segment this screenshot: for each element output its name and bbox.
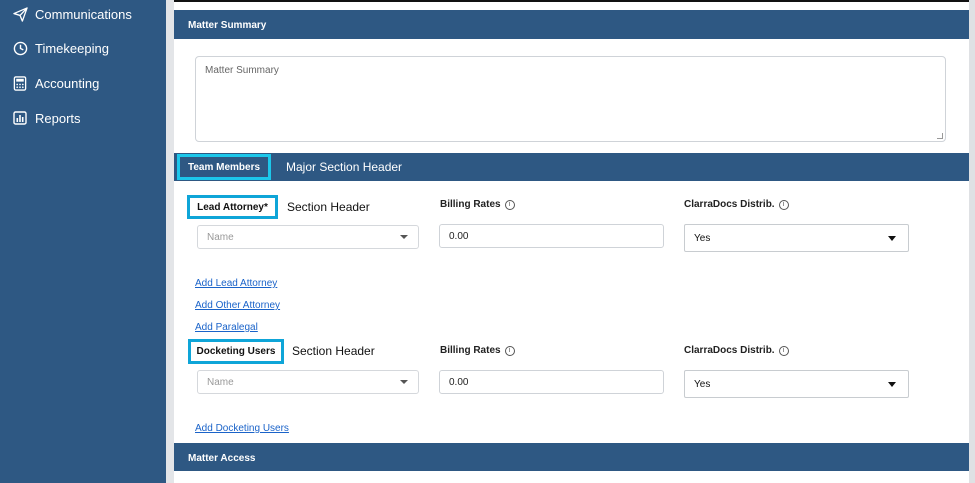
distrib-value: Yes [694,232,711,244]
distrib-value: Yes [694,378,711,390]
caret-down-icon [888,236,896,241]
lead-attorney-label: Lead Attorney* [187,195,278,219]
billing-rate-value: 0.00 [449,230,469,242]
matter-summary-header: Matter Summary [174,10,969,39]
sidebar: Communications Timekeeping Accounting Re… [0,0,166,483]
sidebar-item-label: Accounting [35,75,100,91]
distrib-label: ClarraDocs Distrib. i [684,345,789,356]
info-icon[interactable]: i [778,345,789,356]
team-members-title: Team Members [177,154,271,180]
docketing-users-label: Docketing Users [188,339,284,364]
info-icon[interactable]: i [504,345,515,356]
major-section-header: Major Section Header [286,160,403,174]
billing-rate-value: 0.00 [449,376,469,388]
matter-access-title: Matter Access [188,453,256,464]
sidebar-item-timekeeping[interactable]: Timekeeping [12,38,109,58]
right-gutter [969,0,975,483]
lead-billing-rate-input[interactable]: 0.00 [439,224,664,248]
name-placeholder: Name [207,376,234,388]
calculator-icon [12,75,28,91]
main-panel: Matter Summary Matter Summary Team Membe… [174,0,969,483]
docketing-name-select[interactable]: Name [197,370,419,394]
sidebar-item-accounting[interactable]: Accounting [12,73,99,93]
add-other-attorney-link[interactable]: Add Other Attorney [195,300,280,311]
name-placeholder: Name [207,231,234,243]
add-docketing-users-link[interactable]: Add Docketing Users [195,423,289,434]
paper-plane-icon [12,6,28,22]
matter-summary-textarea[interactable]: Matter Summary [195,56,946,142]
docketing-distrib-select[interactable]: Yes [684,370,909,398]
team-members-header: Team Members Major Section Header [174,153,969,181]
billing-rates-label: Billing Rates i [440,345,515,356]
sidebar-item-label: Timekeeping [35,40,109,56]
lead-distrib-select[interactable]: Yes [684,224,909,252]
bar-chart-icon [12,110,28,126]
add-paralegal-link[interactable]: Add Paralegal [195,322,258,333]
gutter [166,0,174,483]
caret-down-icon [400,235,408,239]
billing-rates-label: Billing Rates i [440,199,515,210]
sidebar-item-label: Reports [35,110,81,126]
add-lead-attorney-link[interactable]: Add Lead Attorney [195,278,277,289]
info-icon[interactable]: i [778,199,789,210]
matter-summary-placeholder: Matter Summary [205,65,279,76]
section-header: Section Header [292,344,375,358]
docketing-billing-rate-input[interactable]: 0.00 [439,370,664,394]
resize-handle-icon[interactable] [937,133,943,139]
sidebar-item-label: Communications [35,6,132,22]
caret-down-icon [888,382,896,387]
section-header: Section Header [287,200,370,214]
matter-access-header: Matter Access [174,443,969,471]
matter-summary-title: Matter Summary [188,20,267,31]
info-icon[interactable]: i [504,199,515,210]
sidebar-item-communications[interactable]: Communications [12,4,132,24]
distrib-label: ClarraDocs Distrib. i [684,199,789,210]
clock-icon [12,40,28,56]
caret-down-icon [400,380,408,384]
lead-attorney-name-select[interactable]: Name [197,225,419,249]
sidebar-item-reports[interactable]: Reports [12,108,81,128]
